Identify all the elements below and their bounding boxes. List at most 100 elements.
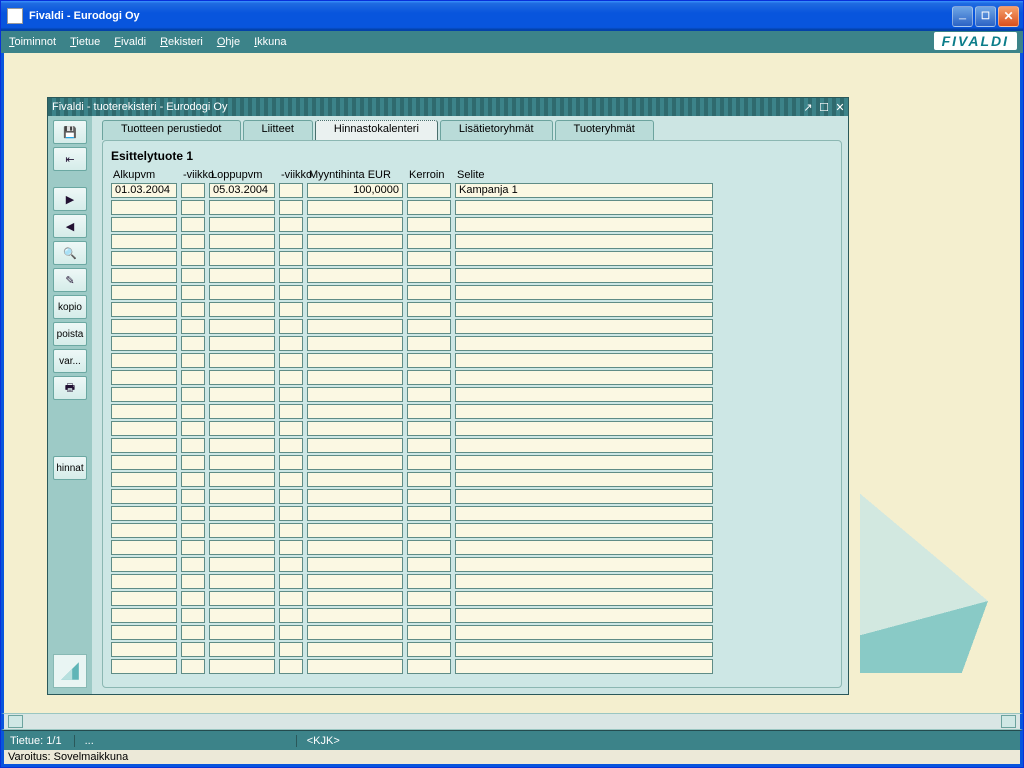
cell-selite[interactable] [455, 591, 713, 606]
cell-loppupvm[interactable] [209, 591, 275, 606]
kopio-button[interactable]: kopio [53, 295, 87, 319]
cell-viikko2[interactable] [279, 421, 303, 436]
cell-alkupvm[interactable] [111, 387, 177, 402]
cell-alkupvm[interactable] [111, 472, 177, 487]
cell-kerroin[interactable] [407, 540, 451, 555]
cell-myyntihinta[interactable] [307, 217, 403, 232]
cell-viikko2[interactable] [279, 183, 303, 198]
table-row[interactable] [111, 370, 833, 385]
cell-loppupvm[interactable] [209, 540, 275, 555]
table-row[interactable] [111, 591, 833, 606]
cell-selite[interactable] [455, 455, 713, 470]
cell-alkupvm[interactable] [111, 438, 177, 453]
cell-loppupvm[interactable] [209, 523, 275, 538]
next-button[interactable]: ▶ [53, 187, 87, 211]
cell-selite[interactable] [455, 268, 713, 283]
cell-kerroin[interactable] [407, 251, 451, 266]
hinnat-button[interactable]: hinnat [53, 456, 87, 480]
cell-myyntihinta[interactable] [307, 285, 403, 300]
cell-alkupvm[interactable] [111, 523, 177, 538]
cell-loppupvm[interactable] [209, 472, 275, 487]
save-button[interactable]: 💾 [53, 120, 87, 144]
table-row[interactable] [111, 438, 833, 453]
cell-selite[interactable] [455, 217, 713, 232]
cell-loppupvm[interactable] [209, 200, 275, 215]
cell-loppupvm[interactable] [209, 319, 275, 334]
cell-loppupvm[interactable] [209, 642, 275, 657]
subwindow-restore-icon[interactable]: ↗ [800, 100, 816, 114]
tab-4[interactable]: Tuoteryhmät [555, 120, 654, 140]
cell-selite[interactable] [455, 659, 713, 674]
cell-viikko1[interactable] [181, 353, 205, 368]
cell-selite[interactable] [455, 506, 713, 521]
cell-alkupvm[interactable] [111, 217, 177, 232]
table-row[interactable] [111, 642, 833, 657]
table-row[interactable] [111, 455, 833, 470]
menu-ikkuna[interactable]: Ikkuna [254, 36, 286, 48]
cell-viikko1[interactable] [181, 370, 205, 385]
cell-alkupvm[interactable] [111, 285, 177, 300]
table-row[interactable] [111, 625, 833, 640]
cell-kerroin[interactable] [407, 608, 451, 623]
table-row[interactable] [111, 200, 833, 215]
cell-alkupvm[interactable] [111, 642, 177, 657]
cell-viikko2[interactable] [279, 608, 303, 623]
cell-viikko1[interactable] [181, 268, 205, 283]
cell-alkupvm[interactable] [111, 506, 177, 521]
cell-selite[interactable] [455, 540, 713, 555]
table-row[interactable] [111, 285, 833, 300]
cell-loppupvm[interactable] [209, 421, 275, 436]
subwindow-titlebar[interactable]: Fivaldi - tuoterekisteri - Eurodogi Oy ↗… [48, 98, 848, 116]
cell-loppupvm[interactable] [209, 387, 275, 402]
cell-kerroin[interactable] [407, 489, 451, 504]
cell-viikko1[interactable] [181, 336, 205, 351]
cell-selite[interactable] [455, 421, 713, 436]
cell-myyntihinta[interactable] [307, 489, 403, 504]
table-row[interactable] [111, 421, 833, 436]
cell-kerroin[interactable] [407, 557, 451, 572]
cell-viikko2[interactable] [279, 302, 303, 317]
cell-selite[interactable] [455, 523, 713, 538]
cell-viikko1[interactable] [181, 608, 205, 623]
cell-loppupvm[interactable] [209, 455, 275, 470]
poista-button[interactable]: poista [53, 322, 87, 346]
cell-viikko2[interactable] [279, 336, 303, 351]
cell-selite[interactable] [455, 608, 713, 623]
cell-myyntihinta[interactable] [307, 353, 403, 368]
cell-loppupvm[interactable] [209, 438, 275, 453]
cell-alkupvm[interactable] [111, 302, 177, 317]
cell-myyntihinta[interactable] [307, 370, 403, 385]
cell-viikko1[interactable] [181, 217, 205, 232]
tab-3[interactable]: Lisätietoryhmät [440, 120, 553, 140]
cell-kerroin[interactable] [407, 200, 451, 215]
cell-viikko2[interactable] [279, 319, 303, 334]
table-row[interactable] [111, 268, 833, 283]
cell-viikko2[interactable] [279, 557, 303, 572]
table-row[interactable] [111, 472, 833, 487]
var-button[interactable]: var... [53, 349, 87, 373]
cell-loppupvm[interactable] [209, 489, 275, 504]
table-row[interactable] [111, 489, 833, 504]
cell-myyntihinta[interactable] [307, 659, 403, 674]
cell-alkupvm[interactable] [111, 319, 177, 334]
cell-myyntihinta[interactable] [307, 319, 403, 334]
tab-0[interactable]: Tuotteen perustiedot [102, 120, 241, 140]
table-row[interactable] [111, 251, 833, 266]
cell-myyntihinta[interactable] [307, 608, 403, 623]
cell-viikko1[interactable] [181, 404, 205, 419]
cell-viikko1[interactable] [181, 591, 205, 606]
cell-loppupvm[interactable] [209, 370, 275, 385]
cell-viikko2[interactable] [279, 659, 303, 674]
cell-selite[interactable] [455, 234, 713, 249]
minimize-button[interactable] [952, 6, 973, 27]
cell-alkupvm[interactable] [111, 268, 177, 283]
cell-alkupvm[interactable] [111, 234, 177, 249]
cell-viikko2[interactable] [279, 489, 303, 504]
cell-viikko2[interactable] [279, 268, 303, 283]
cell-selite[interactable] [455, 489, 713, 504]
cell-myyntihinta[interactable] [307, 625, 403, 640]
cell-viikko1[interactable] [181, 200, 205, 215]
new-button[interactable]: ✎ [53, 268, 87, 292]
open-button[interactable]: ⇤ [53, 147, 87, 171]
subwindow-max-icon[interactable]: ☐ [816, 100, 832, 114]
